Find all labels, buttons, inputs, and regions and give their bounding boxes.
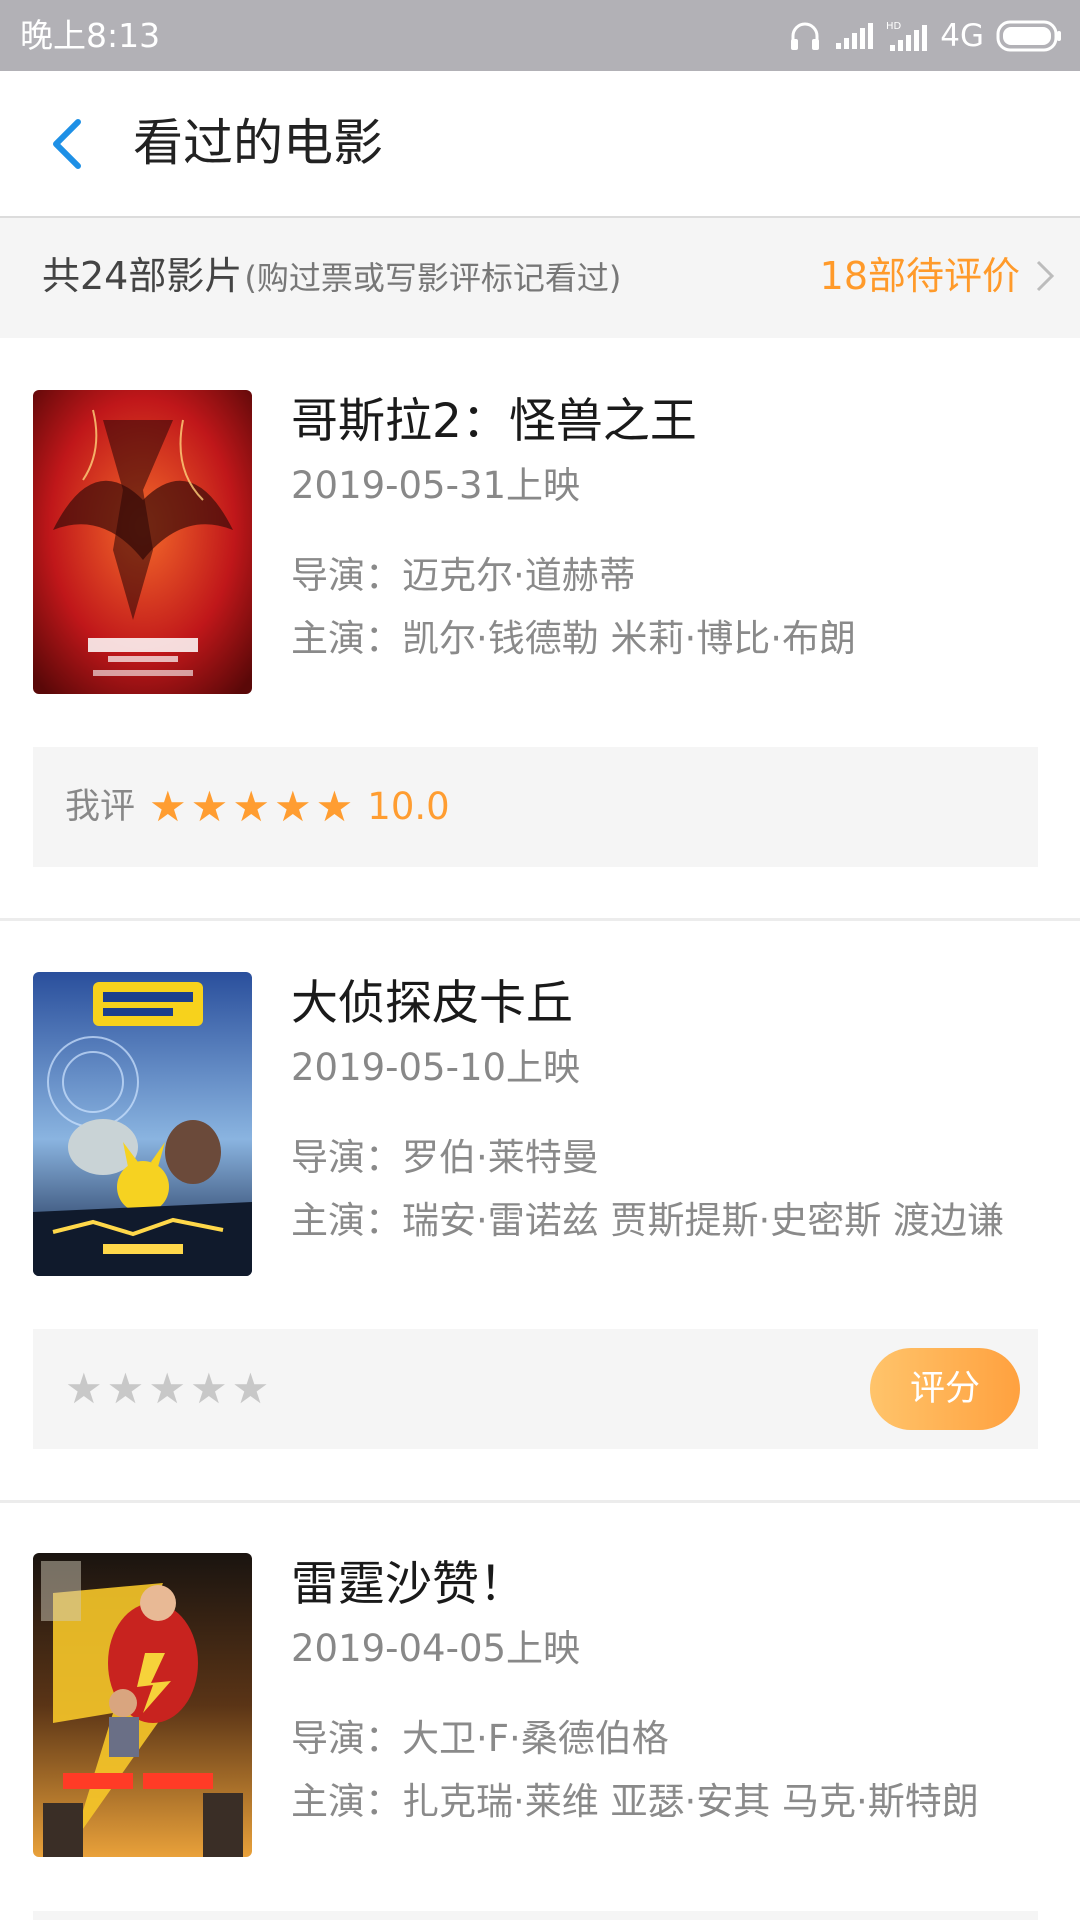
my-rating-label: 我评: [65, 787, 136, 827]
pikachu-poster-image: [33, 972, 252, 1276]
star-icon[interactable]: ★: [232, 1363, 270, 1415]
network-label: 4G: [940, 18, 984, 54]
cast-label: 主演：: [291, 1199, 402, 1242]
my-rating-row: 我评 ★ ★ ★ ★ ★ 10.0: [65, 781, 450, 833]
page-title: 看过的电影: [133, 114, 383, 172]
movie-title: 大侦探皮卡丘: [291, 976, 573, 1031]
director-label: 导演：: [291, 554, 402, 597]
star-icon[interactable]: ★: [190, 1363, 228, 1415]
release-date: 2019-04-05上映: [291, 1627, 581, 1670]
score-value: 10.0: [367, 785, 450, 828]
movie-poster[interactable]: [33, 1553, 252, 1857]
director-name: 迈克尔·道赫蒂: [402, 554, 636, 597]
status-icons: HD 4G: [788, 14, 1062, 58]
cast-names: 凯尔·钱德勒 米莉·博比·布朗: [402, 617, 857, 660]
battery-icon: [996, 20, 1061, 52]
movie-title: 哥斯拉2：怪兽之王: [291, 394, 697, 449]
hd-signal-icon: HD: [886, 21, 928, 51]
cast-names: 扎克瑞·莱维 亚瑟·安其 马克·斯特朗: [402, 1780, 979, 1823]
movie-item[interactable]: 大侦探皮卡丘 2019-05-10上映 导演：罗伯·莱特曼 主演：瑞安·雷诺兹 …: [0, 972, 1080, 1502]
star-icon[interactable]: ★: [65, 1363, 103, 1415]
my-rating-box[interactable]: 我评 ★ ★ ★ ★ ★ 10.0: [33, 747, 1038, 867]
director-line: 导演：罗伯·莱特曼: [291, 1132, 599, 1184]
movie-title: 雷霆沙赞！: [291, 1557, 526, 1612]
divider: [0, 918, 1080, 921]
movie-poster[interactable]: [33, 390, 252, 694]
status-bar: 晚上8:13 HD 4G: [0, 0, 1080, 71]
release-date: 2019-05-31上映: [291, 464, 581, 507]
director-label: 导演：: [291, 1136, 402, 1179]
svg-text:HD: HD: [886, 21, 902, 32]
rating-box: ★ ★ ★ ★ ★ 评分: [33, 1329, 1038, 1449]
divider: [0, 1500, 1080, 1503]
director-line: 导演：迈克尔·道赫蒂: [291, 550, 636, 602]
star-rating[interactable]: ★ ★ ★ ★ ★: [65, 1363, 269, 1415]
watched-summary: 共24部影片 (购过票或写影评标记看过) 18部待评价: [0, 218, 1080, 338]
star-icon: ★: [232, 782, 270, 831]
headphones-icon: [791, 22, 820, 50]
star-icon[interactable]: ★: [107, 1363, 145, 1415]
cast-names: 瑞安·雷诺兹 贾斯提斯·史密斯 渡边谦: [402, 1199, 1005, 1242]
status-time: 晚上8:13: [20, 16, 161, 55]
shazam-poster-image: [33, 1553, 252, 1857]
release-date: 2019-05-10上映: [291, 1046, 581, 1089]
rating-box-partial: [33, 1911, 1038, 1920]
star-icon[interactable]: ★: [148, 1363, 186, 1415]
header: 看过的电影: [0, 71, 1080, 218]
pending-review-label: 18部待评价: [819, 254, 1020, 298]
rate-button[interactable]: 评分: [870, 1348, 1020, 1430]
director-name: 罗伯·莱特曼: [402, 1136, 599, 1179]
cast-line: 主演：瑞安·雷诺兹 贾斯提斯·史密斯 渡边谦: [291, 1195, 1004, 1247]
director-name: 大卫·F·桑德伯格: [402, 1717, 669, 1760]
cast-line: 主演：扎克瑞·莱维 亚瑟·安其 马克·斯特朗: [291, 1776, 979, 1828]
star-icon: ★: [190, 782, 229, 831]
star-icon: ★: [273, 782, 312, 831]
movie-poster[interactable]: [33, 972, 252, 1276]
cast-label: 主演：: [291, 617, 402, 660]
pending-review-link[interactable]: 18部待评价: [820, 248, 1056, 304]
star-icon: ★: [315, 782, 354, 831]
cast-line: 主演：凯尔·钱德勒 米莉·博比·布朗: [291, 613, 856, 665]
star-rating: ★ ★ ★ ★ ★: [149, 781, 353, 833]
summary-note: (购过票或写影评标记看过): [244, 259, 622, 297]
movie-item[interactable]: 雷霆沙赞！ 2019-04-05上映 导演：大卫·F·桑德伯格 主演：扎克瑞·莱…: [0, 1553, 1080, 1920]
signal-icon: [836, 23, 874, 49]
movie-item[interactable]: 哥斯拉2：怪兽之王 2019-05-31上映 导演：迈克尔·道赫蒂 主演：凯尔·…: [0, 390, 1080, 920]
star-icon: ★: [149, 782, 187, 831]
summary-left: 共24部影片 (购过票或写影评标记看过): [42, 248, 621, 304]
director-label: 导演：: [291, 1717, 402, 1760]
godzilla-poster-image: [33, 390, 252, 694]
cast-label: 主演：: [291, 1780, 402, 1823]
back-arrow-icon[interactable]: [44, 116, 94, 172]
empty-rating-row: ★ ★ ★ ★ ★: [65, 1363, 269, 1415]
director-line: 导演：大卫·F·桑德伯格: [291, 1713, 669, 1765]
movie-count: 共24部影片: [42, 254, 243, 298]
chevron-right-icon: [1036, 260, 1055, 292]
